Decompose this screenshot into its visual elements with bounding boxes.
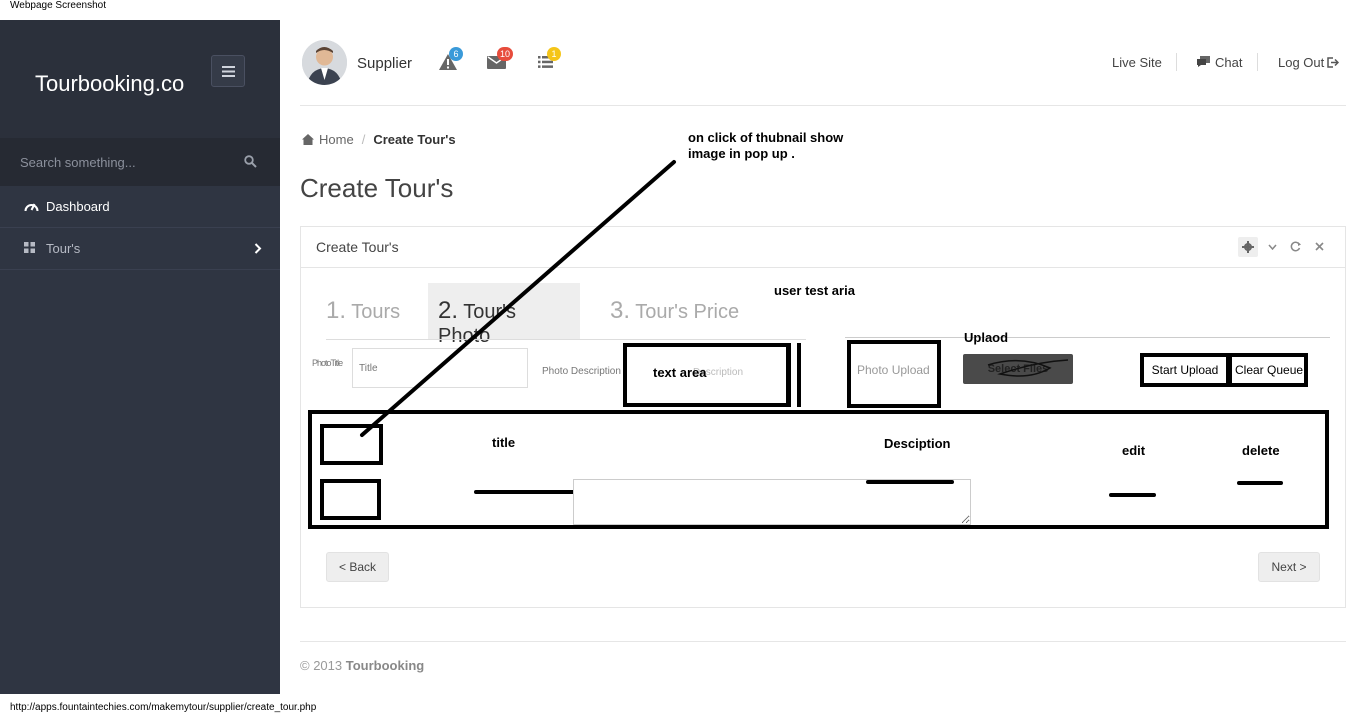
menu-toggle-button[interactable]	[211, 55, 245, 87]
brand-logo[interactable]: Tourbooking.co	[35, 71, 184, 97]
panel-settings-button[interactable]	[1238, 237, 1258, 257]
photo-thumbnail[interactable]	[320, 424, 383, 465]
sidebar-item-label: Dashboard	[46, 199, 110, 214]
row-description-textarea[interactable]	[573, 479, 971, 525]
sidebar-item-dashboard[interactable]: Dashboard	[0, 186, 280, 228]
tab-tours[interactable]: 1. Tours	[316, 283, 410, 339]
home-icon[interactable]	[302, 134, 314, 145]
sidebar: Tourbooking.co Dashboard Tour's	[0, 20, 280, 694]
column-edit: edit	[1122, 443, 1146, 458]
refresh-icon[interactable]	[1290, 241, 1301, 252]
breadcrumb-current: Create Tour's	[373, 132, 456, 147]
header-separator	[1257, 53, 1258, 71]
column-delete: delete	[1242, 443, 1280, 458]
search-icon[interactable]	[244, 155, 257, 168]
avatar[interactable]	[302, 40, 347, 85]
thumbnail-note-line1: on click of thubnail show	[688, 130, 844, 145]
footer-brand: Tourbooking	[345, 658, 425, 673]
breadcrumb-separator: /	[361, 132, 366, 147]
tab-number: 3.	[610, 297, 631, 324]
close-icon[interactable]	[1315, 242, 1324, 251]
collapse-chevron-icon[interactable]	[1268, 244, 1277, 250]
next-button[interactable]: Next >	[1258, 552, 1320, 582]
user-test-annotation: user test aria	[774, 283, 855, 298]
header-separator	[1176, 53, 1177, 71]
description-textarea[interactable]: Description text area	[623, 343, 791, 407]
logout-link[interactable]: Log Out	[1278, 55, 1324, 70]
gear-icon	[1242, 241, 1254, 253]
thumbnail-note-line2: image in pop up .	[688, 146, 795, 161]
chevron-right-icon	[254, 243, 262, 254]
chat-icon[interactable]	[1197, 56, 1210, 67]
messages-badge: 10	[497, 47, 514, 61]
live-site-link[interactable]: Live Site	[1112, 55, 1162, 70]
select-files-button[interactable]: Select Files	[963, 354, 1073, 384]
textarea-scrollbar[interactable]	[786, 343, 801, 407]
clear-queue-button[interactable]: Clear Queue	[1228, 353, 1308, 387]
photo-title-label: PhotoTitle	[312, 358, 343, 368]
header-divider	[300, 105, 1346, 106]
dashboard-icon	[24, 203, 39, 212]
page-title: Create Tour's	[300, 173, 454, 203]
photo-description-label: Photo Description	[542, 366, 621, 377]
user-name[interactable]: Supplier	[357, 55, 412, 72]
sidebar-item-tours[interactable]: Tour's	[0, 228, 280, 270]
tab-number: 1.	[326, 297, 347, 324]
sidebar-search	[0, 138, 280, 186]
chat-link[interactable]: Chat	[1215, 55, 1242, 70]
title-value-placeholder	[474, 490, 576, 494]
column-description: Desciption	[884, 436, 951, 451]
page-url-caption: http://apps.fountaintechies.com/makemyto…	[10, 702, 317, 713]
text-area-annotation: text area	[653, 365, 707, 380]
panel-header: Create Tour's	[301, 227, 1345, 268]
tab-label: Tour's Price	[635, 301, 740, 323]
start-upload-button[interactable]: Start Upload	[1140, 353, 1230, 387]
grid-icon	[24, 242, 35, 253]
breadcrumb-home[interactable]: Home	[319, 132, 354, 147]
tab-label: Tours	[351, 301, 401, 323]
photo-title-input[interactable]	[352, 348, 528, 388]
hamburger-icon	[222, 66, 235, 77]
search-input[interactable]	[20, 152, 230, 172]
upload-annotation: Uplaod	[964, 330, 1009, 345]
delete-link-placeholder[interactable]	[1237, 481, 1283, 485]
logout-icon[interactable]	[1327, 57, 1339, 68]
sidebar-item-label: Tour's	[46, 241, 81, 256]
screenshot-caption: Webpage Screenshot	[10, 0, 106, 11]
back-button[interactable]: < Back	[326, 552, 389, 582]
alerts-badge: 6	[449, 47, 463, 61]
tab-tours-price[interactable]: 3. Tour's Price	[600, 283, 749, 339]
tab-tours-photo[interactable]: 2. Tour's Photo	[428, 283, 580, 347]
photo-thumbnail[interactable]	[320, 479, 381, 520]
column-title: title	[492, 435, 516, 450]
photo-upload-label: Photo Upload	[857, 363, 930, 377]
tabs-underline	[326, 339, 806, 340]
photo-upload-box[interactable]: Photo Upload	[847, 340, 941, 408]
panel-title: Create Tour's	[316, 239, 399, 255]
user-photo-icon	[302, 40, 347, 85]
breadcrumb: Home / Create Tour's	[302, 132, 456, 147]
footer-divider	[300, 641, 1346, 642]
brand-area: Tourbooking.co	[0, 20, 280, 138]
footer-year: © 2013	[300, 658, 343, 673]
tab-number: 2.	[438, 297, 459, 324]
tasks-badge: 1	[547, 47, 561, 61]
footer: © 2013 Tourbooking	[300, 658, 424, 673]
edit-link-placeholder[interactable]	[1109, 493, 1156, 497]
upload-area-divider	[845, 337, 1330, 338]
description-value-placeholder	[866, 480, 954, 484]
